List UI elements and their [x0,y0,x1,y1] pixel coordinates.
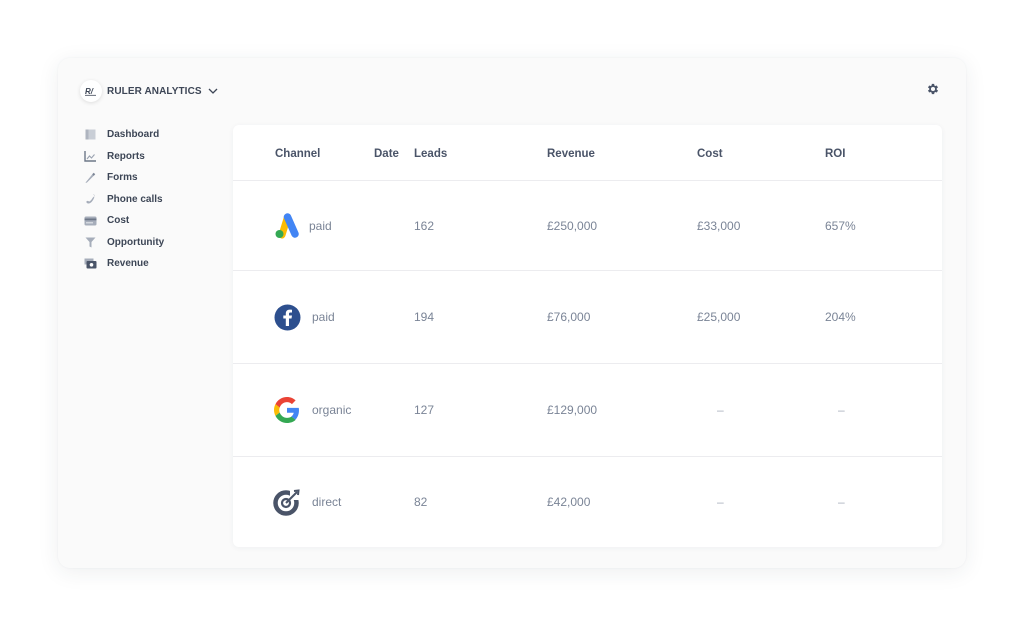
table-row[interactable]: direct 82 £42,000 – – [233,457,942,547]
chart-icon [83,149,97,163]
sidebar-item-label: Reports [107,150,145,162]
column-header-channel[interactable]: Channel [275,148,320,160]
pencil-icon [83,171,97,185]
roi-value: – [838,403,845,417]
revenue-value: £42,000 [547,495,591,509]
funnel-icon [83,235,97,249]
column-header-cost[interactable]: Cost [697,148,723,160]
sidebar-item-label: Revenue [107,258,149,270]
sidebar-item-label: Dashboard [107,129,160,141]
leads-value: 127 [414,403,435,417]
google-ads-icon [273,212,301,240]
dashboard-icon [83,128,97,142]
cash-icon [83,257,97,271]
chevron-down-icon [208,88,218,94]
sidebar-item-reports[interactable]: Reports [83,146,213,168]
table-header: Channel Date Leads Revenue Cost ROI [233,125,942,181]
column-header-revenue[interactable]: Revenue [547,148,595,160]
ruler-logo-icon: R/ [80,80,102,102]
phone-icon [83,192,97,206]
column-header-date[interactable]: Date [374,148,399,160]
sidebar-item-opportunity[interactable]: Opportunity [83,232,213,254]
svg-text:R/: R/ [85,87,94,96]
revenue-value: £129,000 [547,403,598,417]
sidebar-item-label: Opportunity [107,236,165,248]
google-icon [273,396,301,424]
sidebar-item-label: Forms [107,172,138,184]
sidebar-item-cost[interactable]: Cost [83,210,213,232]
table-row[interactable]: organic 127 £129,000 – – [233,364,942,457]
sidebar-item-label: Cost [107,215,130,227]
channel-type: paid [312,310,335,324]
cost-value: £33,000 [697,218,741,233]
table-row[interactable]: paid 194 £76,000 £25,000 204% [233,271,942,364]
channel-type: direct [312,495,342,509]
settings-button[interactable] [926,82,940,96]
sidebar-item-forms[interactable]: Forms [83,167,213,189]
account-switcher[interactable]: R/ RULER ANALYTICS [80,80,218,102]
sidebar-item-phone-calls[interactable]: Phone calls [83,189,213,211]
roi-value: 204% [825,310,856,324]
table-row[interactable]: paid 162 £250,000 £33,000 657% [233,181,942,271]
column-header-leads[interactable]: Leads [414,148,447,160]
cost-value: £25,000 [697,310,741,324]
app-panel: R/ RULER ANALYTICS Dashboard Reports For… [58,58,966,568]
channel-table: Channel Date Leads Revenue Cost ROI paid… [233,125,942,547]
target-icon [273,488,301,516]
sidebar-item-revenue[interactable]: Revenue [83,253,213,275]
cost-value: – [717,495,724,509]
column-header-roi[interactable]: ROI [825,148,845,160]
credit-card-icon [83,214,97,228]
revenue-value: £250,000 [547,218,598,233]
cost-value: – [717,403,724,417]
leads-value: 194 [414,310,435,324]
revenue-value: £76,000 [547,310,591,324]
facebook-icon [273,303,301,331]
leads-value: 82 [414,495,428,509]
roi-value: – [838,495,845,509]
brand-name: RULER ANALYTICS [107,85,202,97]
channel-type: organic [312,403,352,417]
gear-icon [927,83,939,95]
sidebar-item-dashboard[interactable]: Dashboard [83,124,213,146]
sidebar-nav: Dashboard Reports Forms Phone calls Cost [83,124,213,275]
leads-value: 162 [414,218,435,233]
channel-type: paid [309,218,332,233]
roi-value: 657% [825,218,856,233]
sidebar-item-label: Phone calls [107,193,163,205]
